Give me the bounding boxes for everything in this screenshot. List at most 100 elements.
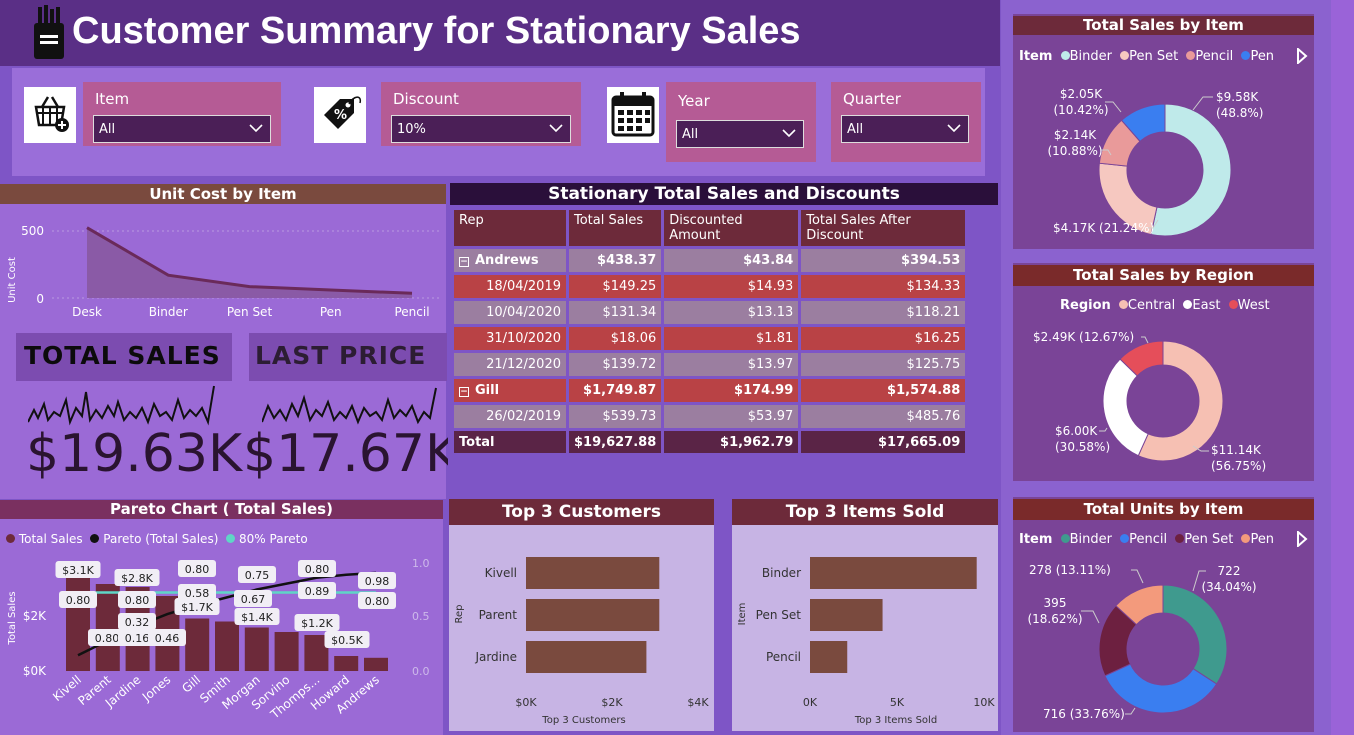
item-dropdown[interactable]: All	[93, 115, 271, 143]
unit-cost-xtick: Desk	[72, 305, 102, 319]
pareto-data-label: 0.80	[185, 563, 210, 576]
top-items-category: Pencil	[766, 650, 801, 664]
discount-cell: $174.99	[664, 379, 799, 402]
col-header-total-after-discount[interactable]: Total Sales After Discount	[801, 210, 966, 246]
discount-dropdown-value: 10%	[397, 122, 426, 137]
table-row[interactable]: 31/10/2020 $18.06 $1.81 $16.25	[454, 327, 966, 350]
discount-total-cell: $1,962.79	[664, 431, 799, 453]
top-customers-category: Parent	[479, 608, 518, 622]
top-customers-bar[interactable]	[526, 557, 660, 589]
table-row[interactable]: 10/04/2020 $131.34 $13.13 $118.21	[454, 301, 966, 324]
pareto-data-label: 0.67	[241, 593, 266, 606]
sales-by-region-data-label: (30.58%)	[1055, 440, 1110, 454]
legend-title: Region	[1060, 298, 1111, 313]
discount-cell: $53.97	[664, 405, 799, 428]
top-customers-chart[interactable]: Rep Top 3 Customers $0K $2K $4K Kivell Pa…	[449, 527, 714, 731]
legend-title: Item	[1019, 49, 1053, 64]
legend-dot	[90, 534, 100, 543]
legend-dot	[1120, 534, 1130, 543]
after-discount-cell: $1,574.88	[801, 379, 966, 402]
col-header-discounted-amount[interactable]: Discounted Amount	[664, 210, 799, 246]
table-row[interactable]: − Andrews $438.37 $43.84 $394.53	[454, 249, 966, 272]
legend-dot	[1186, 51, 1196, 60]
item-slicer: Item All	[83, 82, 281, 146]
rep-name: Gill	[475, 383, 500, 398]
total-sales-cell: $438.37	[569, 249, 662, 272]
top-items-bar[interactable]	[810, 557, 977, 589]
units-by-item-donut[interactable]: 722 (34.04%) 716 (33.76%) 395 (18.62%) 278 (1…	[1013, 553, 1314, 733]
top-customers-bar[interactable]	[526, 599, 660, 631]
after-discount-total-cell: $17,665.09	[801, 431, 966, 453]
rep-cell[interactable]: − Andrews	[454, 249, 566, 272]
date-cell: 26/02/2019	[454, 405, 566, 428]
discount-cell: $43.84	[664, 249, 799, 272]
price-tag-icon: %	[314, 87, 366, 143]
pareto-bar[interactable]	[364, 657, 388, 671]
top-customers-bar[interactable]	[526, 641, 647, 673]
after-discount-cell: $134.33	[801, 275, 966, 298]
sales-by-item-legend: Item Binder Pen Set Pencil Pen	[1019, 49, 1274, 64]
table-row[interactable]: 18/04/2019 $149.25 $14.93 $134.33	[454, 275, 966, 298]
table-row[interactable]: − Gill $1,749.87 $174.99 $1,574.88	[454, 379, 966, 402]
year-dropdown[interactable]: All	[676, 120, 804, 148]
pareto-data-label: 0.80	[365, 595, 390, 608]
quarter-dropdown[interactable]: All	[841, 115, 969, 143]
leader-line	[1099, 427, 1108, 432]
collapse-icon[interactable]: −	[459, 257, 469, 267]
unit-cost-chart[interactable]: Unit Cost 500 0 Desk Binder Pen Set Pen Penc…	[0, 206, 446, 324]
pareto-chart[interactable]: Total Sales $2K $0K 1.0 0.5 0.0 KivellPa…	[0, 548, 443, 735]
units-by-item-legend: Item Binder Pencil Pen Set Pen	[1019, 532, 1274, 547]
pareto-bar[interactable]	[95, 584, 120, 671]
pareto-data-label: $1.2K	[301, 617, 333, 630]
units-by-item-data-label: 278 (13.11%)	[1029, 563, 1111, 577]
unit-cost-xtick: Pencil	[394, 305, 429, 319]
pareto-bar[interactable]	[274, 632, 299, 671]
sales-by-region-legend: Region Central East West	[1060, 298, 1270, 313]
total-sales-cell: $149.25	[569, 275, 662, 298]
legend-label: Pencil	[1195, 49, 1234, 64]
pareto-bar[interactable]	[185, 618, 210, 672]
top-items-bar[interactable]	[810, 599, 883, 631]
top-items-ylabel: Item	[737, 603, 748, 626]
item-slicer-label: Item	[95, 90, 130, 108]
year-slicer-label: Year	[678, 92, 710, 110]
legend-label: Pen	[1250, 532, 1275, 547]
units-by-item-slice[interactable]	[1162, 584, 1228, 685]
unit-cost-ytick-500: 500	[21, 224, 44, 238]
legend-label: Pencil	[1129, 532, 1168, 547]
table-row[interactable]: 26/02/2019 $539.73 $53.97 $485.76	[454, 405, 966, 428]
top-items-bar[interactable]	[810, 641, 848, 673]
sales-by-region-data-label: $2.49K (12.67%)	[1033, 330, 1134, 344]
sales-by-region-donut[interactable]: $11.14K (56.75%) $6.00K (30.58%) $2.49K (12.…	[1013, 318, 1314, 478]
sales-by-region-title: Total Sales by Region	[1013, 265, 1314, 286]
top-items-chart[interactable]: Item Top 3 Items Sold 0K 5K 10K Binder Pe…	[732, 527, 998, 731]
leader-line	[1131, 569, 1144, 584]
top-customers-title: Top 3 Customers	[449, 499, 714, 525]
pareto-data-label: $1.7K	[181, 601, 213, 614]
legend-dot	[1228, 300, 1238, 309]
total-sales-cell: $131.34	[569, 301, 662, 324]
top-customers-xlabel: Top 3 Customers	[541, 715, 625, 726]
top-customers-category: Jardine	[474, 650, 517, 664]
top-customers-xtick-4k: $4K	[687, 696, 709, 709]
col-header-rep[interactable]: Rep	[454, 210, 566, 246]
collapse-icon[interactable]: −	[459, 387, 469, 397]
total-sales-value: $19.63K	[26, 424, 243, 484]
last-price-sparkline	[262, 387, 437, 425]
date-cell: 31/10/2020	[454, 327, 566, 350]
leader-line	[1141, 336, 1149, 344]
legend-next-icon[interactable]	[1296, 531, 1308, 547]
pareto-bar[interactable]	[244, 627, 269, 672]
pareto-bar[interactable]	[215, 621, 239, 672]
pareto-data-label: 0.98	[365, 575, 390, 588]
rep-cell[interactable]: − Gill	[454, 379, 566, 402]
legend-label: West	[1237, 298, 1270, 313]
sales-by-item-donut[interactable]: $9.58K (48.8%) $4.17K (21.24%) $2.14K (10.88…	[1013, 70, 1314, 245]
table-row[interactable]: 21/12/2020 $139.72 $13.97 $125.75	[454, 353, 966, 376]
top-customers-xtick-2k: $2K	[601, 696, 623, 709]
date-cell: 21/12/2020	[454, 353, 566, 376]
discount-dropdown[interactable]: 10%	[391, 115, 571, 143]
pareto-bar[interactable]	[334, 656, 359, 671]
col-header-total-sales[interactable]: Total Sales	[569, 210, 662, 246]
legend-next-icon[interactable]	[1296, 48, 1308, 64]
